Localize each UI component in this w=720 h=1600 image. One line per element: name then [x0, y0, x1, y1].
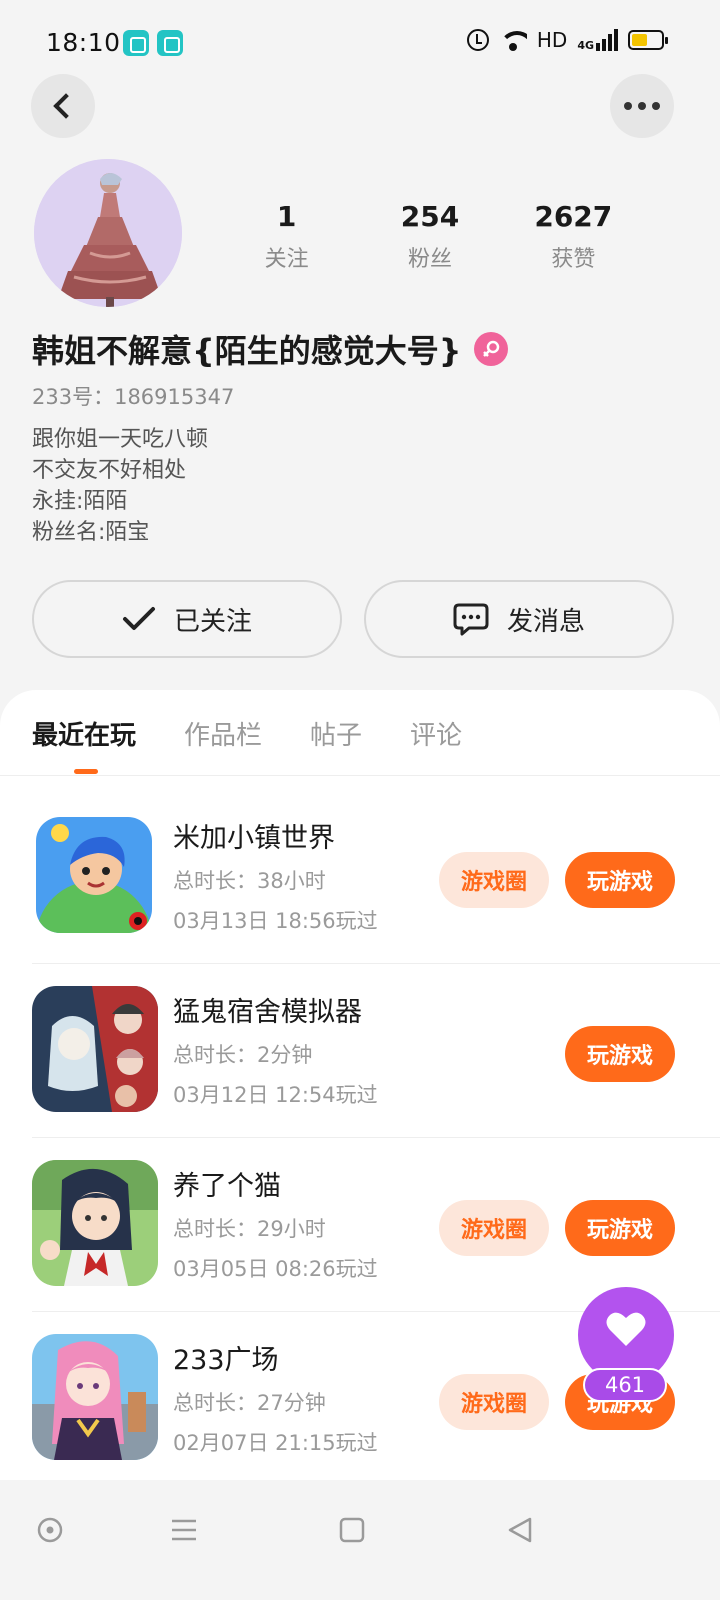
stat-value: 254 — [400, 200, 460, 233]
game-duration: 总时长：29小时 — [173, 1217, 326, 1241]
status-bar: 18:10 HD 4G — [0, 0, 720, 88]
more-button[interactable] — [610, 74, 674, 138]
game-title: 猛鬼宿舍模拟器 — [173, 997, 362, 1028]
game-row[interactable]: 猛鬼宿舍模拟器 总时长：2分钟 03月12日 12:54玩过 玩游戏 — [32, 964, 720, 1138]
tab-bar: 最近在玩 作品栏 帖子 评论 — [32, 690, 462, 776]
game-info: 米加小镇世界 总时长：38小时 03月13日 18:56玩过 — [173, 816, 378, 935]
game-last-played: 02月07日 21:15玩过 — [173, 1431, 378, 1455]
tab-recently-played[interactable]: 最近在玩 — [32, 715, 136, 752]
game-circle-button[interactable]: 游戏圈 — [439, 852, 549, 908]
avatar-image — [34, 159, 182, 307]
game-icon[interactable] — [32, 1334, 158, 1460]
bio-line: 不交友不好相处 — [32, 458, 187, 483]
user-id: 233号：186915347 — [32, 385, 235, 409]
game-last-played: 03月12日 12:54玩过 — [173, 1083, 378, 1107]
tab-posts[interactable]: 帖子 — [310, 715, 362, 752]
app-notification-icon — [123, 30, 149, 56]
signal-icon: 4G — [577, 29, 618, 51]
game-icon[interactable] — [32, 1160, 158, 1286]
active-tab-indicator — [74, 769, 98, 774]
stat-label: 获赞 — [551, 247, 596, 272]
followed-button-label: 已关注 — [173, 606, 252, 637]
stat-value: 1 — [276, 200, 297, 233]
game-info: 233广场 总时长：27分钟 02月07日 21:15玩过 — [173, 1338, 378, 1457]
send-message-label: 发消息 — [506, 606, 585, 637]
nickname: 韩姐不解意{陌生的感觉大号} — [32, 332, 462, 370]
like-count: 461 — [583, 1368, 667, 1402]
bio-line: 永挂:陌陌 — [32, 489, 128, 514]
nav-menu-icon[interactable] — [164, 1510, 204, 1550]
stat-label: 关注 — [264, 247, 309, 272]
game-title: 米加小镇世界 — [173, 823, 335, 854]
stat-likes[interactable]: 2627 获赞 — [502, 200, 645, 273]
play-game-button[interactable]: 玩游戏 — [565, 1026, 675, 1082]
stat-following[interactable]: 1 关注 — [215, 200, 358, 273]
battery-icon — [628, 30, 668, 50]
bio-line: 粉丝名:陌宝 — [32, 520, 150, 545]
bio-line: 跟你姐一天吃八顿 — [32, 427, 209, 452]
play-game-button[interactable]: 玩游戏 — [565, 1200, 675, 1256]
game-info: 养了个猫 总时长：29小时 03月05日 08:26玩过 — [173, 1164, 378, 1283]
more-horizontal-icon — [624, 102, 660, 110]
back-button[interactable] — [31, 74, 95, 138]
avatar[interactable] — [34, 159, 182, 307]
stat-value: 2627 — [534, 200, 613, 233]
game-duration: 总时长：27分钟 — [173, 1391, 326, 1415]
game-circle-button[interactable]: 游戏圈 — [439, 1374, 549, 1430]
female-icon — [473, 332, 508, 366]
chevron-left-icon — [53, 93, 79, 119]
game-duration: 总时长：2分钟 — [173, 1043, 313, 1067]
profile-stats: 1 关注 254 粉丝 2627 获赞 — [215, 200, 645, 273]
stat-fans[interactable]: 254 粉丝 — [358, 200, 501, 273]
play-game-button[interactable]: 玩游戏 — [565, 852, 675, 908]
game-icon[interactable] — [32, 986, 158, 1112]
game-duration: 总时长：38小时 — [173, 869, 326, 893]
game-title: 233广场 — [173, 1345, 279, 1376]
network-label: HD — [536, 28, 568, 52]
alarm-icon — [466, 29, 489, 51]
game-info: 猛鬼宿舍模拟器 总时长：2分钟 03月12日 12:54玩过 — [173, 990, 378, 1109]
send-message-button[interactable]: 发消息 — [364, 580, 674, 658]
game-circle-button[interactable]: 游戏圈 — [439, 1200, 549, 1256]
game-row[interactable]: 米加小镇世界 总时长：38小时 03月13日 18:56玩过 游戏圈 玩游戏 — [32, 790, 720, 964]
nav-recents-icon[interactable] — [332, 1510, 372, 1550]
wifi-icon — [498, 29, 527, 51]
game-title: 养了个猫 — [173, 1171, 281, 1202]
tab-comments[interactable]: 评论 — [410, 715, 462, 752]
heart-icon — [606, 1312, 646, 1346]
followed-button[interactable]: 已关注 — [32, 580, 342, 658]
tab-works[interactable]: 作品栏 — [184, 715, 262, 752]
chat-bubble-icon — [453, 603, 489, 636]
signal-label: 4G — [577, 39, 594, 52]
game-last-played: 03月13日 18:56玩过 — [173, 909, 378, 933]
bio: 跟你姐一天吃八顿 不交友不好相处 永挂:陌陌 粉丝名:陌宝 — [32, 424, 208, 548]
nav-home-icon[interactable] — [30, 1510, 70, 1550]
system-nav-bar — [0, 1480, 720, 1600]
game-icon[interactable] — [36, 817, 152, 933]
status-time: 18:10 — [46, 28, 121, 57]
nav-back-icon[interactable] — [500, 1510, 540, 1550]
game-last-played: 03月05日 08:26玩过 — [173, 1257, 378, 1281]
nickname-row: 韩姐不解意{陌生的感觉大号} — [32, 326, 508, 372]
divider — [0, 775, 720, 776]
game-row[interactable]: 养了个猫 总时长：29小时 03月05日 08:26玩过 游戏圈 玩游戏 — [32, 1138, 720, 1312]
check-icon — [122, 607, 155, 630]
stat-label: 粉丝 — [407, 247, 452, 272]
app-notification-icon — [157, 30, 183, 56]
